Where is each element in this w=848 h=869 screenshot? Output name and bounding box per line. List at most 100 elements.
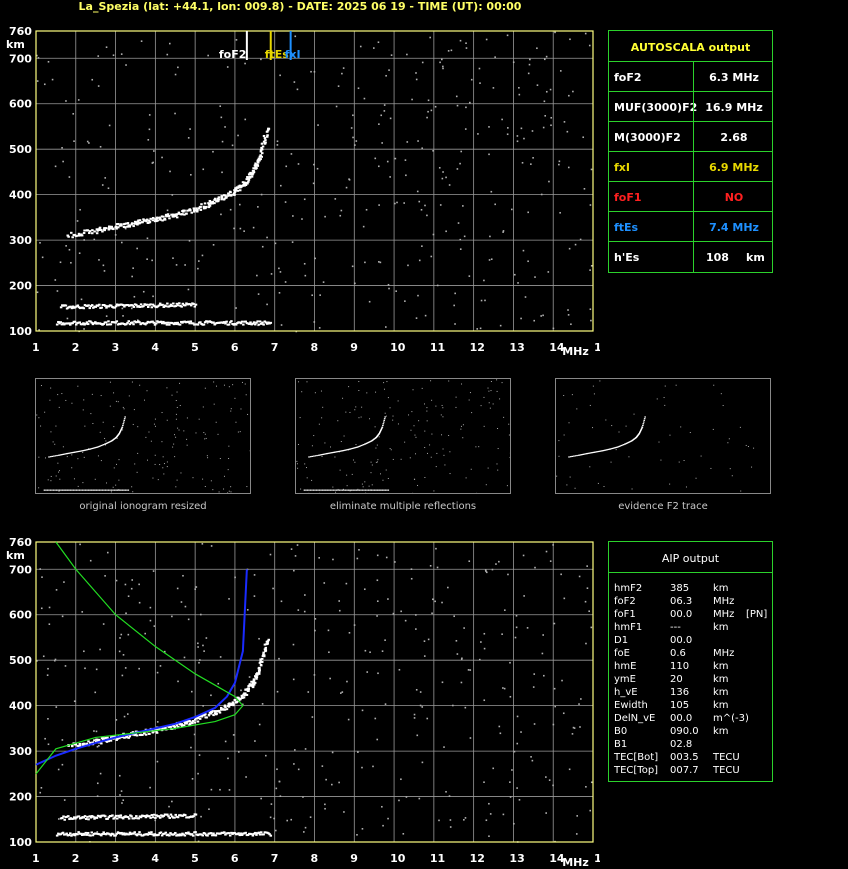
thumbnail-eliminate-multiple: [295, 378, 511, 494]
noise-dot: [228, 458, 230, 460]
es-trace-point: [118, 489, 120, 491]
noise-dot: [297, 467, 299, 469]
es-trace-point: [173, 816, 176, 819]
noise-dot: [513, 750, 516, 753]
es-trace-point: [67, 834, 71, 837]
f2-trace-point: [313, 455, 315, 457]
noise-dot: [480, 405, 482, 407]
f2-trace-point: [314, 455, 317, 457]
noise-dot: [79, 543, 81, 546]
noise-dot: [436, 566, 439, 569]
f2-trace-point: [148, 732, 151, 735]
f2-trace-point: [128, 735, 132, 738]
noise-dot: [478, 446, 480, 448]
noise-dot: [157, 479, 159, 481]
noise-dot: [580, 698, 582, 700]
noise-dot: [195, 586, 198, 588]
noise-dot: [304, 748, 307, 750]
noise-dot: [82, 451, 84, 453]
es-trace-point: [314, 489, 316, 491]
noise-dot: [382, 479, 384, 481]
noise-dot: [433, 490, 435, 492]
noise-dot: [203, 650, 205, 652]
noise-dot: [62, 446, 64, 448]
es-trace-point: [194, 813, 198, 816]
f2-trace-point: [56, 454, 58, 457]
noise-dot: [49, 399, 51, 401]
noise-dot: [96, 745, 99, 748]
noise-dot: [198, 754, 201, 756]
noise-dot: [603, 486, 605, 488]
es-trace-point: [354, 489, 356, 491]
es-trace-point: [138, 831, 141, 834]
noise-dot: [384, 412, 386, 414]
noise-dot: [410, 429, 412, 431]
noise-dot: [204, 387, 206, 389]
autoscala-value: 2.68: [720, 131, 748, 144]
x-tick-label: 7: [271, 852, 279, 865]
es-trace-point: [75, 489, 78, 491]
noise-dot: [413, 717, 416, 719]
noise-dot: [95, 668, 98, 671]
f2-trace-point: [115, 738, 118, 741]
aip-cell: 105: [670, 700, 690, 711]
aip-cell: hmE: [614, 661, 637, 672]
es-trace-point: [318, 489, 321, 491]
noise-dot: [202, 644, 204, 647]
noise-dot: [304, 463, 306, 465]
noise-dot: [338, 781, 340, 784]
noise-dot: [337, 420, 339, 422]
aip-panel: AIP output hmF2 385 km foF2 06.3 MHz foF1 00.0 M…: [608, 541, 773, 782]
aip-cell: TEC[Bot]: [614, 752, 659, 763]
noise-dot: [442, 448, 444, 450]
noise-dot: [198, 418, 200, 420]
noise-dot: [530, 756, 532, 758]
noise-dot: [42, 655, 45, 658]
f2-trace-point: [243, 692, 247, 695]
es-trace-point: [63, 489, 65, 491]
noise-dot: [572, 726, 575, 729]
noise-dot: [357, 751, 359, 753]
autoscala-key: foF1: [614, 191, 642, 204]
noise-dot: [376, 461, 378, 463]
noise-dot: [426, 420, 428, 422]
aip-cell: 06.3: [670, 596, 693, 607]
noise-dot: [321, 417, 323, 419]
noise-dot: [213, 403, 215, 405]
noise-dot: [562, 712, 565, 715]
noise-dot: [131, 579, 134, 581]
noise-dot: [39, 791, 42, 794]
f2-trace-point: [182, 724, 186, 727]
noise-dot: [658, 441, 660, 443]
noise-dot: [415, 628, 417, 630]
x-tick-label: 1: [32, 852, 40, 865]
f2-trace-point: [225, 708, 229, 711]
noise-dot: [628, 456, 630, 458]
noise-dot: [286, 819, 289, 822]
noise-dot: [148, 431, 150, 433]
noise-dot: [435, 405, 437, 407]
noise-dot: [460, 658, 463, 660]
noise-dot: [618, 431, 620, 433]
es-trace-point: [378, 489, 380, 491]
aip-cell: ymE: [614, 674, 636, 685]
es-trace-point: [84, 489, 87, 491]
noise-dot: [84, 667, 86, 670]
es-trace-point: [62, 815, 65, 818]
noise-dot: [50, 475, 52, 477]
noise-dot: [206, 455, 208, 457]
es-trace-point: [48, 489, 50, 491]
noise-dot: [73, 478, 75, 480]
noise-dot: [120, 790, 123, 792]
es-trace-point: [347, 489, 350, 491]
noise-dot: [465, 477, 467, 479]
f2-trace-point: [642, 421, 645, 423]
noise-dot: [276, 690, 279, 693]
noise-dot: [340, 692, 342, 694]
noise-dot: [436, 452, 438, 454]
noise-dot: [89, 559, 92, 562]
aip-cell: foF1: [614, 609, 636, 620]
noise-dot: [441, 681, 444, 684]
noise-dot: [361, 483, 363, 485]
y-tick-label: 600: [9, 609, 32, 622]
